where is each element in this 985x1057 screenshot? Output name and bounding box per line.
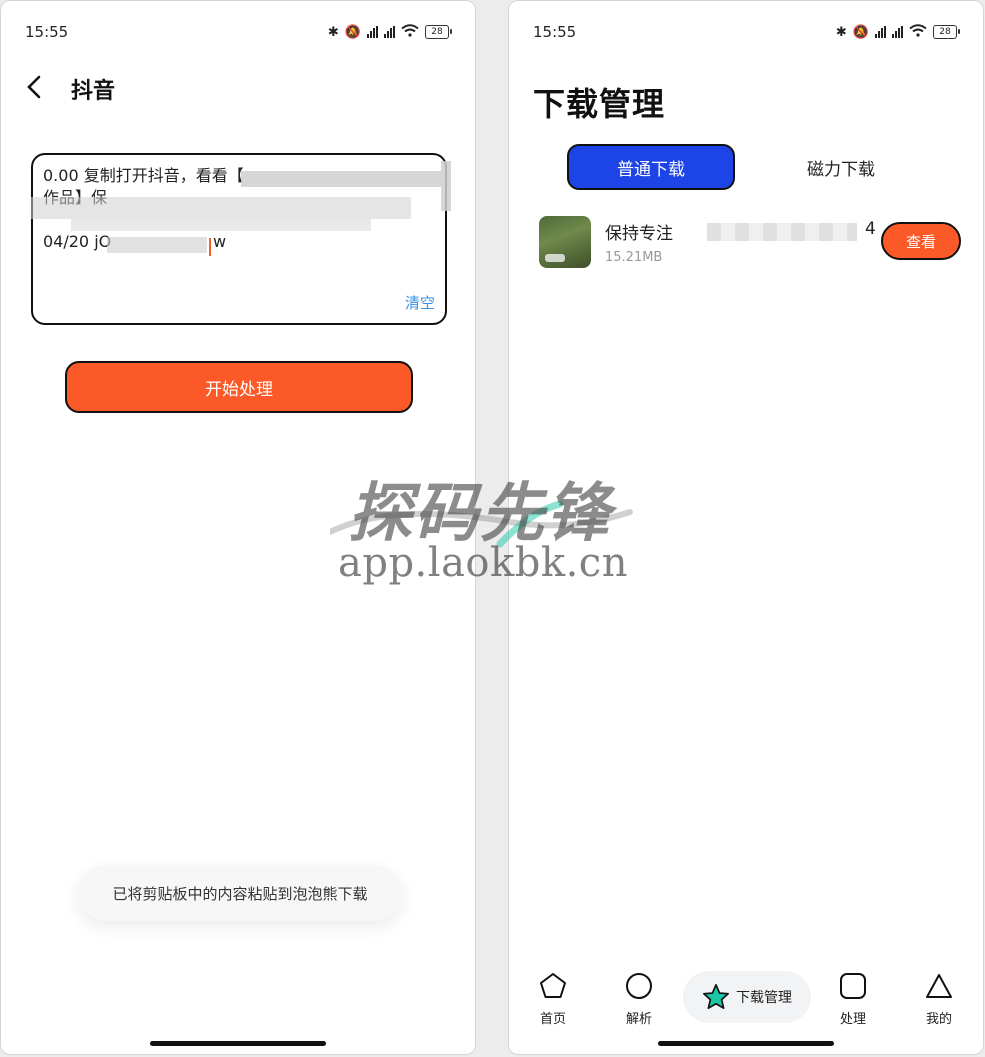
nav-label-downloads: 下载管理 — [736, 990, 792, 1006]
clear-button[interactable]: 清空 — [405, 292, 435, 313]
battery-icon: 28 — [425, 25, 452, 39]
battery-icon: 28 — [933, 25, 960, 39]
file-name-tail: 4 — [865, 219, 876, 239]
video-thumbnail — [539, 216, 591, 268]
nav-item-downloads[interactable]: 下载管理 — [683, 971, 811, 1023]
bottom-nav: 首页 解析 下载管理 处理 我的 — [509, 967, 983, 1031]
bluetooth-icon: ✱ — [835, 24, 847, 40]
page-title: 下载管理 — [533, 85, 666, 123]
right-phone-screen: 15:55 ✱ 🔕 28 下载管理 普通下载 磁力下载 保持专注 4 15.21… — [508, 0, 984, 1055]
bluetooth-icon: ✱ — [327, 24, 339, 40]
redacted-filename — [707, 223, 857, 241]
text-cursor — [209, 238, 211, 256]
mute-icon: 🔕 — [852, 24, 869, 40]
status-time: 15:55 — [533, 23, 577, 41]
circle-icon — [626, 973, 652, 999]
wifi-icon — [909, 23, 927, 41]
tab-normal-download[interactable]: 普通下载 — [567, 144, 735, 190]
page-title: 抖音 — [71, 79, 116, 104]
status-icons: ✱ 🔕 28 — [327, 23, 452, 41]
mute-icon: 🔕 — [344, 24, 361, 40]
nav-item-parse[interactable]: 解析 — [609, 967, 669, 1031]
nav-label-home: 首页 — [539, 1012, 566, 1027]
nav-item-home[interactable]: 首页 — [523, 967, 583, 1031]
star-icon — [703, 984, 729, 1010]
wifi-icon — [401, 23, 419, 41]
signal-2-icon — [384, 26, 395, 38]
status-time: 15:55 — [25, 23, 69, 41]
start-process-button[interactable]: 开始处理 — [65, 361, 413, 413]
chevron-left-icon — [27, 75, 41, 99]
nav-item-mine[interactable]: 我的 — [909, 967, 969, 1031]
nav-item-process[interactable]: 处理 — [823, 967, 883, 1031]
toast-message: 已将剪贴板中的内容粘贴到泡泡熊下载 — [78, 865, 402, 921]
tab-magnet-download[interactable]: 磁力下载 — [791, 144, 891, 190]
link-input[interactable]: 0.00 复制打开抖音，看看【 作品】保 04/20 jO w 清空 — [31, 153, 447, 325]
nav-label-process: 处理 — [839, 1012, 866, 1027]
status-bar: 15:55 ✱ 🔕 28 — [25, 19, 452, 45]
file-name-text: 保持专注 — [605, 224, 673, 244]
status-bar: 15:55 ✱ 🔕 28 — [533, 19, 960, 45]
rounded-square-icon — [840, 973, 866, 999]
left-phone-screen: 15:55 ✱ 🔕 28 抖音 0.00 复制打开抖音，看看【 作品】保 04/… — [0, 0, 476, 1055]
status-icons: ✱ 🔕 28 — [835, 23, 960, 41]
triangle-icon — [926, 974, 952, 998]
file-size: 15.21MB — [605, 250, 663, 265]
signal-icon — [875, 26, 886, 38]
signal-icon — [367, 26, 378, 38]
signal-2-icon — [892, 26, 903, 38]
nav-label-parse: 解析 — [625, 1012, 652, 1027]
link-input-text[interactable]: 0.00 复制打开抖音，看看【 作品】保 04/20 jO w — [43, 165, 435, 285]
home-indicator[interactable] — [150, 1041, 326, 1046]
nav-label-mine: 我的 — [925, 1012, 952, 1027]
pentagon-icon — [540, 973, 566, 998]
back-button[interactable] — [23, 73, 47, 101]
view-button[interactable]: 查看 — [881, 222, 961, 260]
download-list-item[interactable]: 保持专注 4 15.21MB 查看 — [539, 213, 969, 273]
home-indicator[interactable] — [658, 1041, 834, 1046]
